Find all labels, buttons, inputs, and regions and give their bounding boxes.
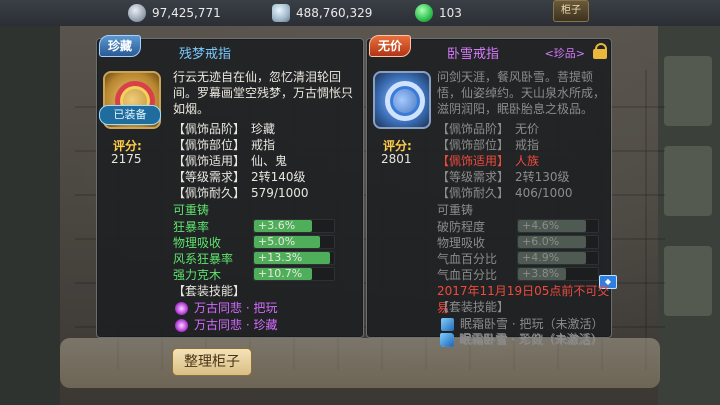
stat-row: 风系狂暴率 +13.3% [173, 250, 353, 266]
stat-label: 物理吸收 [437, 236, 486, 250]
coin-counter: 488,760,329 [272, 3, 372, 23]
set-skill-label: 【套装技能】 [173, 284, 246, 298]
stat-value: +6.0% [522, 235, 560, 248]
stat-row: 破防程度 +4.6% [437, 218, 607, 234]
stat-value: +3.6% [258, 219, 296, 232]
stat-label: 风系狂暴率 [173, 252, 234, 266]
equipped-item-tooltip: 珍藏 残梦戒指 已装备 评分: 2175 行云无迹自在仙，忽忆清泪轮回间。罗幕画… [96, 35, 364, 338]
stat-bar: +5.0% [253, 235, 335, 249]
recast-label: 可重铸 [437, 203, 474, 217]
set-skill-name: 万古同悲 · 把玩 [194, 301, 278, 315]
stat-label: 气血百分比 [437, 252, 498, 266]
gem-icon [415, 4, 433, 22]
stat-row: 物理吸收 +5.0% [173, 234, 353, 250]
item-description: 问剑天涯，餐风卧雪。菩提顿悟，仙姿绰约。天山泉水所成，滋阴润阳，眠卧胎息之极品。 [437, 70, 606, 116]
attr-label: 【等级需求】 [437, 170, 510, 184]
attr-value: 珍藏 [251, 122, 276, 136]
stat-bar: +4.9% [517, 251, 599, 265]
attr-label: 【佩饰耐久】 [173, 186, 246, 200]
grade-tag: 珍藏 [99, 35, 142, 57]
attr-value: 406/1000 [515, 186, 573, 200]
gem-counter: 103 [415, 3, 462, 23]
stat-label: 强力克木 [173, 268, 222, 282]
rare-label: <珍品> [544, 47, 585, 60]
cabinet-button[interactable]: 柜子 [553, 0, 589, 22]
set-skill-row: 万古同悲 · 把玩 [175, 299, 277, 315]
attr-label: 【等级需求】 [173, 170, 246, 184]
item-name: 残梦戒指 [179, 47, 232, 62]
stat-label: 破防程度 [437, 220, 486, 234]
stat-row: 气血百分比 +4.9% [437, 250, 607, 266]
stat-value: +13.3% [258, 251, 303, 264]
currency-bar: 97,425,771 488,760,329 103 柜子 [0, 0, 720, 27]
attr-label: 【佩饰部位】 [173, 138, 246, 152]
scene-left-edge [0, 26, 60, 405]
stat-label: 狂暴率 [173, 220, 210, 234]
stat-label: 物理吸收 [173, 236, 222, 250]
recast-label: 可重铸 [173, 203, 210, 217]
item-name: 卧雪戒指 [447, 47, 500, 62]
silver-amount: 97,425,771 [152, 6, 221, 20]
set-skill-row: 万古同悲 · 珍藏 [175, 316, 277, 332]
set-skill-name: 眠霜卧雪 · 无价（未激活） [459, 332, 603, 346]
stat-value: +4.6% [522, 219, 560, 232]
stat-row: 强力克木 +10.7% [173, 266, 353, 282]
grade-tag: 无价 [369, 35, 412, 57]
stat-bar: +13.3% [253, 251, 335, 265]
item-icon-frame [373, 71, 431, 129]
attr-value: 仙、鬼 [251, 154, 288, 168]
attribute-list: 【佩饰品阶】 无价 【佩饰部位】 戒指 【佩饰适用】 人族 【等级需求】 2转130级 … [437, 121, 573, 201]
set-skill-label: 【套装技能】 [437, 300, 510, 314]
gem-amount: 103 [439, 6, 462, 20]
set-skill-icon [175, 319, 188, 332]
attr-label: 【佩饰耐久】 [437, 186, 510, 200]
silver-icon [128, 4, 146, 22]
stat-row: 气血百分比 +3.8% [437, 266, 607, 282]
set-skill-icon [440, 333, 453, 346]
score-value: 2801 [381, 152, 412, 166]
attr-value: 无价 [515, 122, 540, 136]
coin-amount: 488,760,329 [296, 6, 373, 20]
arrange-cabinet-button[interactable]: 整理柜子 [172, 348, 252, 376]
set-skill-name: 万古同悲 · 珍藏 [194, 318, 278, 332]
item-description: 行云无迹自在仙，忽忆清泪轮回间。罗幕画堂空残梦，万古惆怅只如烟。 [173, 70, 354, 116]
attr-value: 579/1000 [251, 186, 309, 200]
ring-icon [385, 81, 425, 121]
stat-value: +4.9% [522, 251, 560, 264]
attr-value: 2转130级 [515, 170, 570, 184]
attr-label: 【佩饰适用】 [437, 154, 510, 168]
set-skill-icon [175, 302, 188, 315]
attr-label: 【佩饰部位】 [437, 138, 510, 152]
attr-label: 【佩饰品阶】 [437, 122, 510, 136]
stat-row: 狂暴率 +3.6% [173, 218, 353, 234]
stat-bar: +10.7% [253, 267, 335, 281]
attr-value: 戒指 [515, 138, 540, 152]
stat-bar: +3.6% [253, 219, 335, 233]
set-skill-name: 眠霜卧雪 · 把玩（未激活） [460, 317, 604, 331]
attribute-list: 【佩饰品阶】 珍藏 【佩饰部位】 戒指 【佩饰适用】 仙、鬼 【等级需求】 2转140级… [173, 121, 309, 201]
stat-bar: +6.0% [517, 235, 599, 249]
stat-label: 气血百分比 [437, 268, 498, 282]
equipped-badge: 已装备 [99, 105, 161, 125]
stat-bar: +4.6% [517, 219, 599, 233]
attr-value: 2转140级 [251, 170, 306, 184]
stat-bar: +3.8% [517, 267, 599, 281]
set-skill-row: 眠霜卧雪 · 把玩（未激活） [441, 315, 603, 331]
scene-right-edge [658, 26, 720, 405]
score-value: 2175 [111, 152, 142, 166]
attr-label: 【佩饰品阶】 [173, 122, 246, 136]
attr-value: 人族 [515, 154, 540, 168]
silver-counter: 97,425,771 [128, 3, 221, 23]
attr-label: 【佩饰适用】 [173, 154, 246, 168]
stat-value: +10.7% [258, 267, 303, 280]
stat-row: 物理吸收 +6.0% [437, 234, 607, 250]
stat-value: +3.8% [522, 267, 560, 280]
stat-value: +5.0% [258, 235, 296, 248]
set-skill-row: 眠霜卧雪 · 无价（未激活） [440, 330, 602, 346]
attr-value: 戒指 [251, 138, 276, 152]
coin-icon [272, 4, 290, 22]
lock-icon[interactable] [593, 43, 607, 59]
compare-item-tooltip: 无价 卧雪戒指 <珍品> 评分: 2801 问剑天涯，餐风卧雪。菩提顿悟，仙姿绰… [366, 35, 617, 347]
